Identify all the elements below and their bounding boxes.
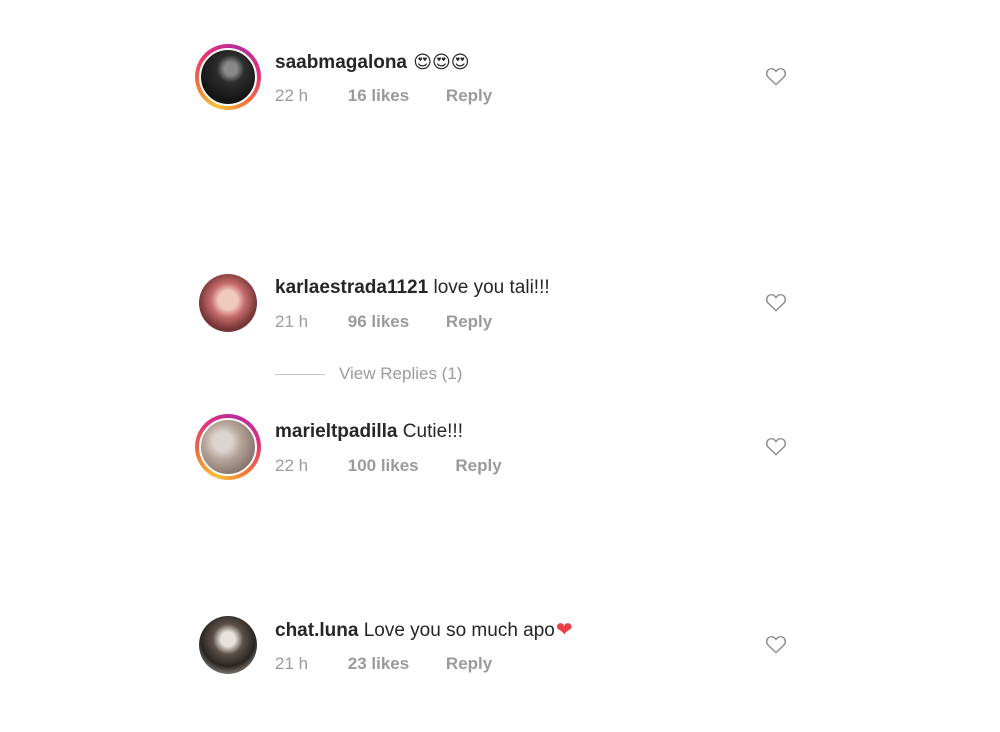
comment-meta: 22 h 16 likes Reply bbox=[275, 86, 492, 106]
avatar[interactable] bbox=[195, 270, 261, 336]
view-replies-button[interactable]: View Replies (1) bbox=[275, 364, 462, 388]
comment-body: Love you so much apo bbox=[363, 620, 555, 641]
heart-outline-icon[interactable] bbox=[765, 66, 787, 86]
comment-time[interactable]: 21 h bbox=[275, 312, 343, 332]
comment-likes[interactable]: 23 likes bbox=[348, 654, 409, 674]
comment-item: marieltpadilla Cutie!!! 22 h 100 likes R… bbox=[195, 414, 795, 484]
view-replies-label: View Replies (1) bbox=[339, 364, 463, 383]
avatar-photo bbox=[199, 274, 257, 332]
reply-button[interactable]: Reply bbox=[455, 456, 501, 476]
avatar-photo bbox=[199, 418, 257, 476]
comment-likes[interactable]: 100 likes bbox=[348, 456, 419, 476]
comment-username[interactable]: karlaestrada1121 bbox=[275, 277, 428, 298]
red-heart-emoji: ❤ bbox=[555, 619, 573, 641]
view-replies-divider bbox=[275, 374, 325, 376]
comments-list: saabmagalona 😍😍😍 22 h 16 likes Reply kar… bbox=[0, 0, 1000, 732]
avatar-photo bbox=[199, 616, 257, 674]
comment-likes[interactable]: 16 likes bbox=[348, 86, 409, 106]
comment-meta: 21 h 23 likes Reply bbox=[275, 654, 492, 674]
comment-username[interactable]: marieltpadilla bbox=[275, 421, 398, 442]
comment-likes[interactable]: 96 likes bbox=[348, 312, 409, 332]
heart-outline-icon[interactable] bbox=[765, 436, 787, 456]
comment-item: karlaestrada1121 love you tali!!! 21 h 9… bbox=[195, 270, 795, 340]
comment-time[interactable]: 21 h bbox=[275, 654, 343, 674]
reply-button[interactable]: Reply bbox=[446, 654, 492, 674]
comment-meta: 22 h 100 likes Reply bbox=[275, 456, 502, 476]
heart-outline-icon[interactable] bbox=[765, 634, 787, 654]
comment-username[interactable]: saabmagalona bbox=[275, 52, 407, 73]
comment-item: chat.luna Love you so much apo❤ 21 h 23 … bbox=[195, 612, 795, 682]
comment-body: love you tali!!! bbox=[433, 277, 550, 298]
avatar[interactable] bbox=[195, 414, 261, 480]
comment-meta: 21 h 96 likes Reply bbox=[275, 312, 492, 332]
comment-text-line: chat.luna Love you so much apo❤ bbox=[275, 618, 573, 643]
reply-button[interactable]: Reply bbox=[446, 86, 492, 106]
comment-time[interactable]: 22 h bbox=[275, 86, 343, 106]
comment-text-line: karlaestrada1121 love you tali!!! bbox=[275, 276, 550, 300]
comment-item: saabmagalona 😍😍😍 22 h 16 likes Reply bbox=[195, 44, 795, 114]
avatar[interactable] bbox=[195, 612, 261, 678]
reply-button[interactable]: Reply bbox=[446, 312, 492, 332]
comment-text-line: marieltpadilla Cutie!!! bbox=[275, 420, 463, 444]
comment-username[interactable]: chat.luna bbox=[275, 620, 358, 641]
avatar-photo bbox=[199, 48, 257, 106]
heart-eyes-emoji: 😍😍😍 bbox=[413, 52, 470, 72]
comment-body: Cutie!!! bbox=[402, 421, 463, 442]
comment-time[interactable]: 22 h bbox=[275, 456, 343, 476]
heart-outline-icon[interactable] bbox=[765, 292, 787, 312]
avatar[interactable] bbox=[195, 44, 261, 110]
comment-text-line: saabmagalona 😍😍😍 bbox=[275, 50, 470, 75]
